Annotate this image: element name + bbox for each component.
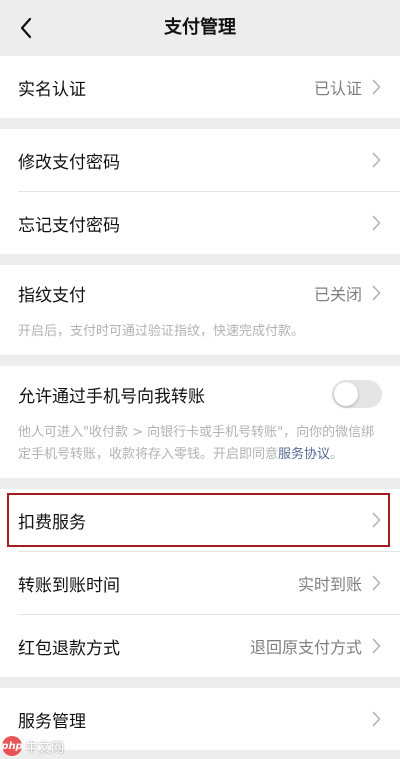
phone-transfer-description: 他人可进入"收付款 > 向银行卡或手机号转账"，向你的微信绑定手机号转账，收款将… xyxy=(0,422,400,478)
service-management-label: 服务管理 xyxy=(18,711,86,732)
chevron-right-icon xyxy=(372,215,382,231)
page-title: 支付管理 xyxy=(164,17,236,38)
fingerprint-row[interactable]: 指纹支付 已关闭 xyxy=(0,265,400,321)
section-gap xyxy=(0,677,400,688)
section-gap xyxy=(0,254,400,265)
phone-transfer-desc-end: 。 xyxy=(330,447,344,462)
transfer-time-label: 转账到账时间 xyxy=(18,575,120,596)
forgot-password-row[interactable]: 忘记支付密码 xyxy=(0,192,400,254)
chevron-right-icon xyxy=(372,152,382,168)
change-password-label: 修改支付密码 xyxy=(18,152,120,173)
fingerprint-status: 已关闭 xyxy=(313,285,362,304)
section-gap xyxy=(0,355,400,366)
chevron-right-icon xyxy=(372,638,382,654)
section-gap xyxy=(0,118,400,129)
password-section: 修改支付密码 忘记支付密码 xyxy=(0,129,400,254)
section-gap xyxy=(0,478,400,489)
phone-transfer-label: 允许通过手机号向我转账 xyxy=(18,386,205,407)
deduction-service-row[interactable]: 扣费服务 xyxy=(0,489,400,551)
transfer-time-row[interactable]: 转账到账时间 实时到账 xyxy=(0,552,400,614)
site-watermark: php 中文网 xyxy=(1,735,65,757)
chevron-right-icon xyxy=(372,79,382,95)
transfer-time-value: 实时到账 xyxy=(297,575,362,594)
fingerprint-label: 指纹支付 xyxy=(18,285,86,306)
navigation-bar: 支付管理 xyxy=(0,0,400,56)
deduction-service-label: 扣费服务 xyxy=(18,512,86,533)
toggle-knob xyxy=(334,382,358,406)
phone-transfer-row: 允许通过手机号向我转账 xyxy=(0,366,400,422)
red-packet-refund-value: 退回原支付方式 xyxy=(249,638,362,657)
php-logo-icon: php xyxy=(1,736,23,756)
phone-transfer-toggle[interactable] xyxy=(332,380,382,408)
chevron-right-icon xyxy=(372,711,382,727)
service-agreement-link[interactable]: 服务协议 xyxy=(278,447,330,462)
fingerprint-description: 开启后，支付时可通过验证指纹，快速完成付款。 xyxy=(0,321,400,355)
change-password-row[interactable]: 修改支付密码 xyxy=(0,129,400,191)
services-section: 扣费服务 转账到账时间 实时到账 红包退款方式 退回原支付方式 xyxy=(0,489,400,677)
forgot-password-label: 忘记支付密码 xyxy=(18,215,120,236)
real-name-row[interactable]: 实名认证 已认证 xyxy=(0,56,400,118)
chevron-right-icon xyxy=(372,285,382,301)
chevron-right-icon xyxy=(372,575,382,591)
real-name-label: 实名认证 xyxy=(18,79,86,100)
real-name-status: 已认证 xyxy=(313,79,362,98)
watermark-text: 中文网 xyxy=(25,740,65,756)
chevron-right-icon xyxy=(372,512,382,528)
fingerprint-section: 指纹支付 已关闭 开启后，支付时可通过验证指纹，快速完成付款。 xyxy=(0,265,400,355)
phone-transfer-section: 允许通过手机号向我转账 他人可进入"收付款 > 向银行卡或手机号转账"，向你的微… xyxy=(0,366,400,478)
real-name-section: 实名认证 已认证 xyxy=(0,56,400,118)
red-packet-refund-row[interactable]: 红包退款方式 退回原支付方式 xyxy=(0,615,400,677)
red-packet-refund-label: 红包退款方式 xyxy=(18,638,120,659)
